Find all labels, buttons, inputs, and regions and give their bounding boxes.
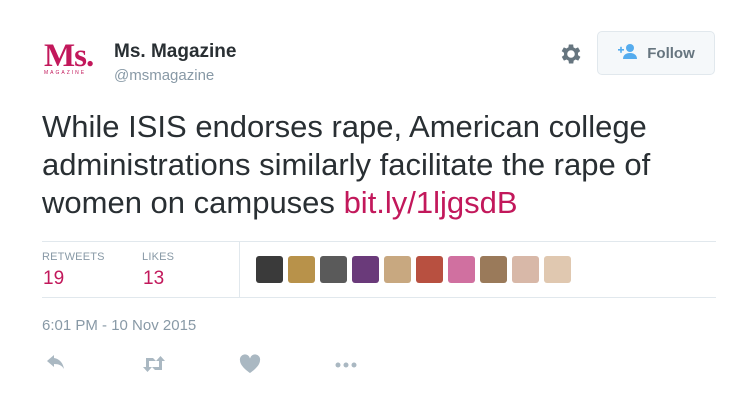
liker-avatar[interactable]	[448, 256, 475, 283]
likes-count[interactable]: 13	[143, 268, 164, 290]
liker-avatar[interactable]	[320, 256, 347, 283]
liker-avatar[interactable]	[480, 256, 507, 283]
logo-text: Ms.	[44, 38, 94, 74]
follow-button[interactable]: Follow	[597, 31, 715, 75]
liker-avatar[interactable]	[416, 256, 443, 283]
liker-avatar[interactable]	[288, 256, 315, 283]
liker-avatar[interactable]	[512, 256, 539, 283]
liker-avatars	[256, 256, 571, 283]
liker-avatar[interactable]	[384, 256, 411, 283]
tweet-text: While ISIS endorses rape, American colle…	[42, 108, 732, 222]
retweets-label[interactable]: RETWEETS	[42, 251, 105, 263]
liker-avatar[interactable]	[256, 256, 283, 283]
add-user-icon	[617, 43, 639, 63]
liker-avatar[interactable]	[544, 256, 571, 283]
likes-label[interactable]: LIKES	[142, 251, 174, 263]
user-handle[interactable]: @msmagazine	[114, 67, 214, 84]
liker-avatar[interactable]	[352, 256, 379, 283]
reply-icon[interactable]	[45, 354, 69, 376]
follow-label: Follow	[647, 44, 695, 62]
divider-bottom	[42, 297, 716, 298]
tweet-link[interactable]: bit.ly/1ljgsdB	[344, 185, 518, 220]
heart-icon[interactable]	[239, 354, 263, 376]
retweet-icon[interactable]	[141, 354, 165, 376]
tweet-timestamp[interactable]: 6:01 PM - 10 Nov 2015	[42, 317, 196, 334]
stats-separator	[239, 241, 240, 297]
gear-icon[interactable]	[558, 41, 584, 67]
more-icon[interactable]	[333, 354, 357, 376]
divider-top	[42, 241, 716, 242]
profile-logo[interactable]: Ms. MAGAZINE	[44, 40, 100, 80]
display-name[interactable]: Ms. Magazine	[114, 41, 236, 63]
retweets-count[interactable]: 19	[43, 268, 64, 290]
